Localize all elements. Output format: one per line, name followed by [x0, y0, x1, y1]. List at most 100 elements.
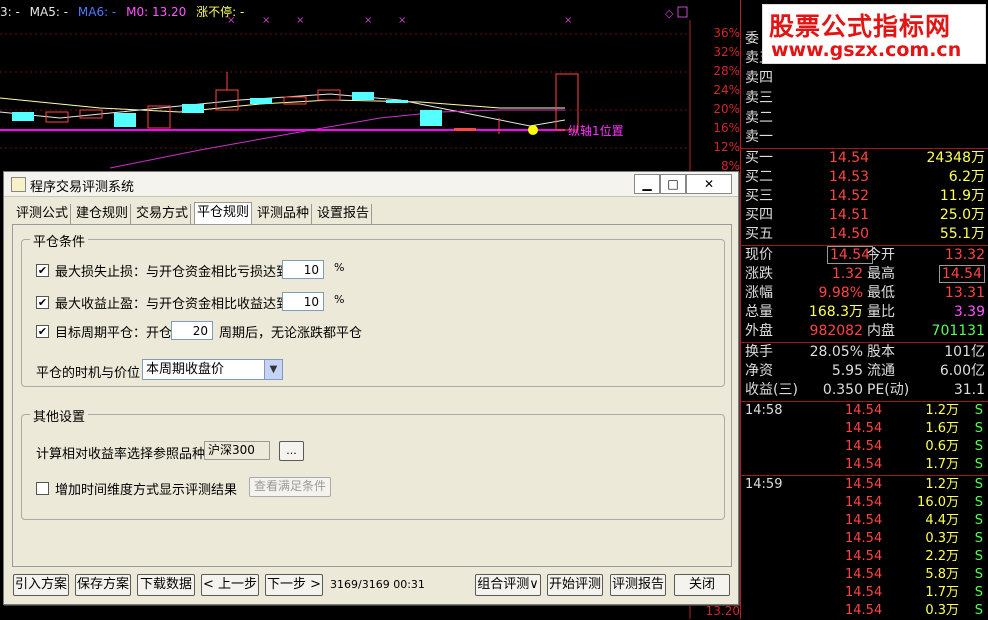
tick-row: 14.54 0.3万 S — [845, 531, 983, 546]
tab-panel: 平仓条件 ✔ 最大损失止损：与开仓资金相比亏损达到 10 % ✔ 最大收益止盈：… — [12, 224, 732, 567]
tab-close-rules[interactable]: 平仓规则 — [194, 202, 253, 225]
tick-row: 14.54 0.3万 S — [845, 603, 983, 618]
timing-label: 平仓的时机与价位 — [36, 366, 141, 381]
browse-button[interactable]: ... — [279, 441, 304, 461]
import-button[interactable]: 引入方案 — [13, 574, 69, 596]
svg-text:×: × — [262, 15, 270, 26]
take-profit-checkbox[interactable]: ✔ — [36, 296, 49, 309]
reference-field[interactable]: 沪深300 — [204, 441, 270, 460]
percent-unit: % — [334, 293, 345, 306]
fund-row: 净资 5.95 流通 6.00亿 — [745, 363, 985, 379]
tick-row: 14:58 14.54 1.2万 S — [745, 403, 983, 418]
other-settings-group: 其他设置 计算相对收益率选择参照品种 沪深300 ... 增加时间维度方式显示评… — [21, 406, 725, 520]
time-dimension-checkbox[interactable] — [36, 482, 49, 495]
tick-list[interactable]: 14:58 14.54 1.2万 S 14.54 1.6万 S 14.54 0.6万 S 14… — [741, 402, 988, 619]
close-icon[interactable]: ✕ — [686, 174, 732, 194]
tick-row: 14.54 1.6万 S — [845, 421, 983, 436]
quote-row: 现价 14.54 今开 13.32 — [745, 246, 985, 264]
save-button[interactable]: 保存方案 — [75, 574, 131, 596]
report-button[interactable]: 评测报告 — [610, 574, 666, 596]
maximize-button[interactable]: □ — [660, 174, 686, 194]
site-watermark: 股票公式指标网 www.gszx.com.cn — [762, 4, 986, 64]
close-conditions-group: 平仓条件 ✔ 最大损失止损：与开仓资金相比亏损达到 10 % ✔ 最大收益止盈：… — [21, 231, 725, 387]
view-conditions-button[interactable]: 查看满足条件 — [249, 477, 331, 497]
quote-row: 涨跌 1.32 最高 14.54 — [741, 265, 988, 284]
axis-label: 16% — [713, 121, 740, 135]
watermark-title: 股票公式指标网 — [769, 12, 952, 41]
tick-row: 14.54 16.0万 S — [845, 495, 983, 510]
fund-row: 换手 28.05% 股本 101亿 — [745, 344, 985, 360]
svg-text:×: × — [364, 15, 372, 26]
dialog-title: 程序交易评测系统 — [30, 180, 135, 195]
timing-value: 本周期收盘价 — [146, 362, 225, 377]
axis-label: 24% — [713, 83, 740, 97]
quote-panel: 委 卖五 卖四 卖三 卖二 卖一 买一 14.54 24348万 买二 14.5… — [740, 0, 988, 619]
reference-label: 计算相对收益率选择参照品种 — [36, 447, 206, 462]
combo-eval-button[interactable]: 组合评测∨ — [475, 574, 541, 596]
svg-text:◇: ◇ — [665, 7, 674, 20]
start-eval-button[interactable]: 开始评测 — [547, 574, 603, 596]
minimize-button[interactable]: ▁ — [634, 174, 660, 194]
progress-status: 3169/3169 00:31 — [330, 578, 425, 591]
stop-loss-checkbox[interactable]: ✔ — [36, 264, 49, 277]
axis-label: 36% — [713, 26, 740, 40]
bid-row: 买二 14.53 6.2万 — [745, 169, 985, 185]
svg-text:×: × — [227, 15, 235, 26]
bid-row: 买五 14.50 55.1万 — [745, 226, 985, 242]
axis-label: 13.20 — [705, 604, 740, 618]
time-dimension-label: 增加时间维度方式显示评测结果 — [55, 483, 238, 498]
download-button[interactable]: 下载数据 — [137, 574, 195, 596]
ask-row: 卖三 — [745, 90, 773, 106]
tick-row: 14:59 14.54 1.2万 S — [745, 477, 983, 492]
quote-row: 总量 168.3万 量比 3.39 — [745, 304, 985, 320]
trade-evaluation-dialog: 程序交易评测系统 ▁ □ ✕ 评测公式 建仓规则 交易方式 平仓规则 评测品种 … — [3, 171, 739, 605]
timing-select[interactable]: 本周期收盘价 ▼ — [142, 359, 283, 380]
tick-row: 14.54 1.7万 S — [845, 585, 983, 600]
tab-trade-mode[interactable]: 交易方式 — [134, 204, 192, 224]
bid-row: 买一 14.54 24348万 — [745, 150, 985, 166]
dialog-titlebar[interactable]: 程序交易评测系统 ▁ □ ✕ — [4, 172, 738, 197]
prev-button[interactable]: < 上一步 — [201, 574, 259, 596]
group-title: 其他设置 — [30, 406, 89, 425]
quote-row: 外盘 982082 内盘 701131 — [745, 323, 985, 339]
bid-row: 买三 14.52 11.9万 — [745, 188, 985, 204]
tab-symbols[interactable]: 评测品种 — [255, 204, 313, 224]
chevron-down-icon[interactable]: ▼ — [264, 360, 282, 379]
axis-label: 32% — [713, 45, 740, 59]
svg-text:×: × — [296, 15, 304, 26]
app-icon — [11, 177, 26, 192]
axis-label: 20% — [713, 102, 740, 116]
period-suffix: 周期后，无论涨跌都平仓 — [219, 326, 363, 341]
axis-label: 12% — [713, 140, 740, 154]
tick-row: 14.54 0.6万 S — [845, 439, 983, 454]
next-button[interactable]: 下一步 > — [265, 574, 323, 596]
close-button[interactable]: 关闭 — [674, 574, 730, 596]
period-close-checkbox[interactable]: ✔ — [36, 325, 49, 338]
tick-row: 14.54 4.4万 S — [845, 513, 983, 528]
watermark-url: www.gszx.com.cn — [771, 39, 962, 61]
svg-text:×: × — [398, 15, 406, 26]
take-profit-label: 最大收益止盈：与开仓资金相比收益达到 — [55, 297, 290, 312]
fund-row: 收益(三) 0.350 PE(动) 31.1 — [745, 382, 985, 398]
quote-row: 涨幅 9.98% 最低 13.31 — [745, 285, 985, 301]
tab-open-rules[interactable]: 建仓规则 — [74, 204, 132, 224]
ask-row: 卖一 — [745, 129, 773, 145]
stop-loss-input[interactable]: 10 — [282, 260, 324, 279]
ask-row: 卖二 — [745, 110, 773, 126]
tick-row: 14.54 5.8万 S — [845, 567, 983, 582]
tab-report-settings[interactable]: 设置报告 — [315, 204, 373, 224]
take-profit-input[interactable]: 10 — [282, 292, 324, 311]
svg-text:×: × — [564, 15, 572, 26]
axis-label: 28% — [713, 64, 740, 78]
tab-formula[interactable]: 评测公式 — [14, 204, 72, 224]
tick-row: 14.54 2.2万 S — [845, 549, 983, 564]
stop-loss-label: 最大损失止损：与开仓资金相比亏损达到 — [55, 265, 290, 280]
group-title: 平仓条件 — [30, 231, 89, 250]
bid-row: 买四 14.51 25.0万 — [745, 207, 985, 223]
period-close-label: 目标周期平仓：开仓 — [55, 326, 173, 341]
annotation-label: 纵轴1位置 — [568, 124, 624, 138]
percent-unit: % — [334, 261, 345, 274]
ask-row: 卖四 — [745, 70, 773, 86]
tick-row: 14.54 1.7万 S — [845, 457, 983, 472]
period-input[interactable]: 20 — [171, 321, 213, 340]
